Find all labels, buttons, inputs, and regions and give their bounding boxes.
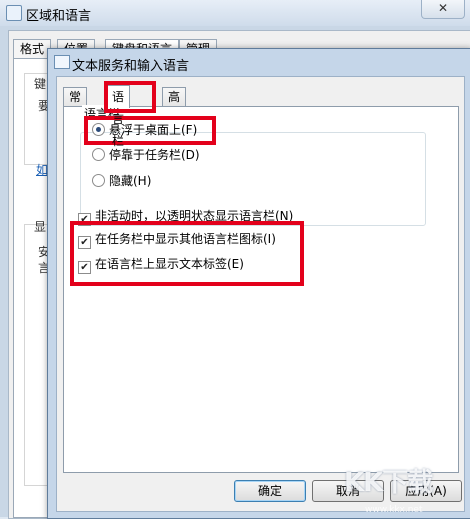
check-extra-icons-label: 在任务栏中显示其他语言栏图标(I)	[95, 232, 276, 246]
check-transparent-label: 非活动时，以透明状态显示语言栏(N)	[95, 209, 294, 223]
display-language-label: 显	[34, 220, 47, 234]
dialog-title: 文本服务和输入语言	[72, 59, 190, 74]
radio-hidden-label: 隐藏(H)	[109, 174, 152, 188]
tab-format[interactable]: 格式	[13, 39, 52, 58]
radio-float-indicator[interactable]	[92, 123, 105, 136]
checkbox-transparent-inactive[interactable]: ✔ 非活动时，以透明状态显示语言栏(N)	[78, 207, 293, 226]
outer-window-title: 区域和语言	[26, 9, 92, 24]
radio-dock-indicator[interactable]	[92, 148, 105, 161]
close-button[interactable]: ✕	[421, 0, 465, 19]
watermark-text: KK下载	[344, 468, 433, 498]
keyboard-icon	[54, 55, 70, 69]
radio-dock-taskbar[interactable]: 停靠于任务栏(D)	[92, 146, 200, 163]
checkbox-text-labels[interactable]: ✔ 在语言栏上显示文本标签(E)	[78, 255, 244, 274]
watermark-logo: KK下载	[344, 462, 433, 499]
radio-float-desktop[interactable]: 悬浮于桌面上(F)	[92, 121, 197, 138]
check-text-labels-label: 在语言栏上显示文本标签(E)	[95, 257, 244, 271]
text-services-dialog: 文本服务和输入语言 常规 语言栏 高级键设置 语言栏 悬浮于桌面上(F) 停靠于…	[47, 48, 470, 519]
check-transparent-box[interactable]: ✔	[78, 213, 91, 226]
keyboard-group-label: 键	[34, 77, 47, 91]
outer-titlebar: 区域和语言 ✕	[0, 0, 470, 26]
check-extra-icons-box[interactable]: ✔	[78, 236, 91, 249]
language-bar-panel: 语言栏 悬浮于桌面上(F) 停靠于任务栏(D) 隐藏(H) ✔ 非活动时，以透明状…	[63, 105, 459, 473]
tab-advanced-key-settings[interactable]: 高级键设置	[162, 87, 187, 180]
radio-hidden[interactable]: 隐藏(H)	[92, 172, 151, 189]
globe-icon	[6, 5, 22, 21]
radio-hidden-indicator[interactable]	[92, 174, 105, 187]
checkbox-extra-icons[interactable]: ✔ 在任务栏中显示其他语言栏图标(I)	[78, 230, 276, 249]
watermark-url: www.kkx.net	[365, 505, 423, 515]
tab-general[interactable]: 常规	[63, 87, 88, 123]
ok-button[interactable]: 确定	[234, 480, 306, 502]
check-text-labels-box[interactable]: ✔	[78, 261, 91, 274]
tab-language-bar[interactable]: 语言栏	[106, 85, 131, 148]
dialog-body: 常规 语言栏 高级键设置 语言栏 悬浮于桌面上(F) 停靠于任务栏(D) 隐藏(…	[56, 76, 465, 512]
